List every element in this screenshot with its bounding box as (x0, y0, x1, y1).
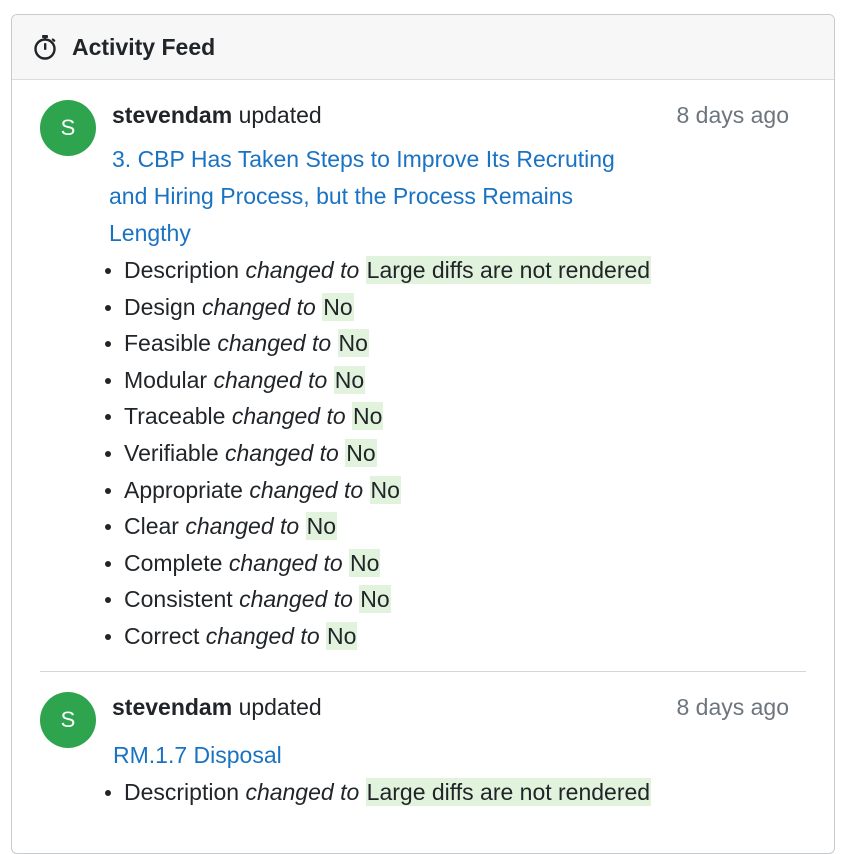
item-link[interactable]: RM.1.7 Disposal (113, 737, 633, 774)
change-field: Complete (124, 549, 223, 576)
change-item: Traceable changed to No (105, 398, 806, 435)
avatar[interactable]: S (40, 691, 96, 748)
change-field: Consistent (124, 586, 233, 613)
avatar-letter: S (60, 115, 76, 140)
change-verb: changed to (249, 476, 364, 503)
change-value: Large diffs are not rendered (365, 777, 652, 806)
user-name: stevendam (112, 693, 233, 720)
change-value: No (333, 365, 366, 394)
action-text: updated (238, 693, 322, 720)
avatar[interactable]: S (40, 100, 96, 156)
change-value: No (305, 512, 337, 541)
change-field: Description (124, 257, 240, 283)
change-verb: changed to (231, 403, 346, 430)
change-verb: changed to (225, 439, 339, 466)
feed-entry: S stevendam updated 8 days ago RM.1.7 Di… (40, 670, 806, 827)
change-verb: changed to (228, 549, 343, 576)
change-value: No (369, 475, 401, 504)
change-list: Description changed to Large diffs are n… (105, 252, 806, 655)
change-field: Modular (124, 366, 208, 393)
panel-title: Activity Feed (72, 33, 216, 60)
change-field: Verifiable (124, 439, 219, 466)
item-link[interactable]: 3. CBP Has Taken Steps to Improve Its Re… (109, 141, 629, 252)
change-item: Consistent changed to No (105, 581, 806, 618)
change-verb: changed to (205, 622, 320, 649)
change-item: Modular changed to No (105, 362, 806, 399)
change-verb: changed to (202, 293, 316, 320)
change-value: No (359, 585, 391, 614)
change-item: Complete changed to No (105, 545, 806, 582)
change-field: Correct (124, 622, 200, 649)
change-field: Clear (124, 513, 179, 540)
change-verb: changed to (185, 513, 300, 540)
timestamp: 8 days ago (676, 102, 789, 128)
change-item: Feasible changed to No (105, 325, 806, 362)
change-field: Design (124, 293, 196, 320)
change-verb: changed to (217, 330, 332, 357)
change-item: Correct changed to No (105, 618, 806, 655)
change-verb: changed to (213, 366, 328, 393)
change-verb: changed to (239, 586, 353, 613)
change-field: Traceable (124, 403, 226, 430)
entry-summary: stevendam updated (112, 99, 322, 131)
change-value: No (345, 438, 377, 467)
change-list: Description changed to Large diffs are n… (105, 774, 806, 811)
feed-entry: S stevendam updated 8 days ago 3. CBP Ha… (40, 80, 806, 671)
change-value: No (326, 621, 358, 650)
change-verb: changed to (245, 778, 360, 805)
entry-header: stevendam updated 8 days ago (112, 99, 806, 131)
user-name: stevendam (112, 102, 233, 128)
change-value: No (349, 548, 381, 577)
change-value: No (322, 292, 354, 321)
stopwatch-icon (32, 34, 58, 60)
activity-feed-panel: Activity Feed S stevendam updated 8 days… (11, 14, 835, 854)
change-field: Feasible (124, 330, 211, 357)
change-field: Description (124, 778, 240, 805)
change-item: Design changed to No (105, 289, 806, 326)
change-value: Large diffs are not rendered (365, 256, 652, 284)
entry-header: stevendam updated 8 days ago (112, 691, 806, 723)
entry-summary: stevendam updated (112, 691, 322, 723)
feed-list: S stevendam updated 8 days ago 3. CBP Ha… (12, 80, 834, 826)
panel-header: Activity Feed (12, 15, 834, 80)
change-item: Description changed to Large diffs are n… (105, 252, 806, 289)
change-item: Verifiable changed to No (105, 435, 806, 472)
change-verb: changed to (245, 257, 360, 283)
action-text: updated (238, 102, 322, 128)
change-item: Clear changed to No (105, 508, 806, 545)
change-item: Description changed to Large diffs are n… (105, 774, 806, 811)
timestamp: 8 days ago (676, 693, 789, 720)
change-item: Appropriate changed to No (105, 472, 806, 509)
avatar-letter: S (60, 706, 76, 732)
change-value: No (352, 402, 384, 431)
change-field: Appropriate (124, 476, 243, 503)
change-value: No (337, 329, 369, 358)
